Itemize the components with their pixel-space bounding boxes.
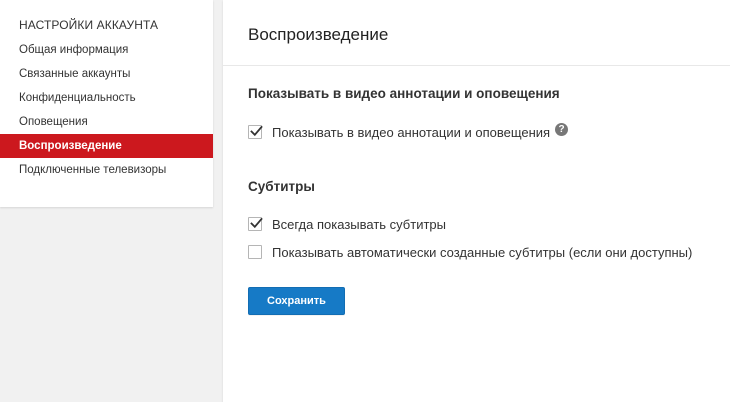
checkmark-icon bbox=[250, 125, 263, 137]
playback-settings-panel: Воспроизведение Показывать в видео аннот… bbox=[223, 0, 730, 402]
always-show-subtitles-label: Всегда показывать субтитры bbox=[272, 216, 446, 232]
always-show-subtitles-option[interactable]: Всегда показывать субтитры bbox=[248, 215, 446, 233]
sidebar-item-linked-accounts[interactable]: Связанные аккаунты bbox=[0, 62, 213, 86]
sidebar-item-notifications[interactable]: Оповещения bbox=[0, 110, 213, 134]
save-button[interactable]: Сохранить bbox=[248, 287, 345, 315]
annotations-section-title: Показывать в видео аннотации и оповещени… bbox=[248, 86, 560, 101]
sidebar-item-privacy[interactable]: Конфиденциальность bbox=[0, 86, 213, 110]
subtitles-section-title: Субтитры bbox=[248, 179, 315, 194]
auto-subtitles-checkbox[interactable] bbox=[248, 245, 262, 259]
header-divider bbox=[223, 65, 730, 66]
auto-subtitles-label: Показывать автоматически созданные субти… bbox=[272, 244, 693, 260]
account-settings-sidebar: НАСТРОЙКИ АККАУНТА Общая информация Связ… bbox=[0, 0, 213, 207]
annotations-option[interactable]: Показывать в видео аннотации и оповещени… bbox=[248, 122, 569, 141]
sidebar-title: НАСТРОЙКИ АККАУНТА bbox=[19, 18, 159, 32]
sidebar-item-connected-tvs[interactable]: Подключенные телевизоры bbox=[0, 158, 213, 182]
checkmark-icon bbox=[250, 217, 263, 229]
sidebar-item-general-info[interactable]: Общая информация bbox=[0, 38, 213, 62]
always-show-subtitles-checkbox[interactable] bbox=[248, 217, 263, 231]
question-circle-icon[interactable]: ? bbox=[555, 122, 569, 136]
annotations-checkbox[interactable] bbox=[248, 125, 263, 139]
page-title: Воспроизведение bbox=[248, 25, 389, 44]
auto-subtitles-option[interactable]: Показывать автоматически созданные субти… bbox=[248, 243, 692, 261]
annotations-option-label: Показывать в видео аннотации и оповещени… bbox=[272, 124, 551, 140]
sidebar-item-playback[interactable]: Воспроизведение bbox=[0, 134, 213, 158]
